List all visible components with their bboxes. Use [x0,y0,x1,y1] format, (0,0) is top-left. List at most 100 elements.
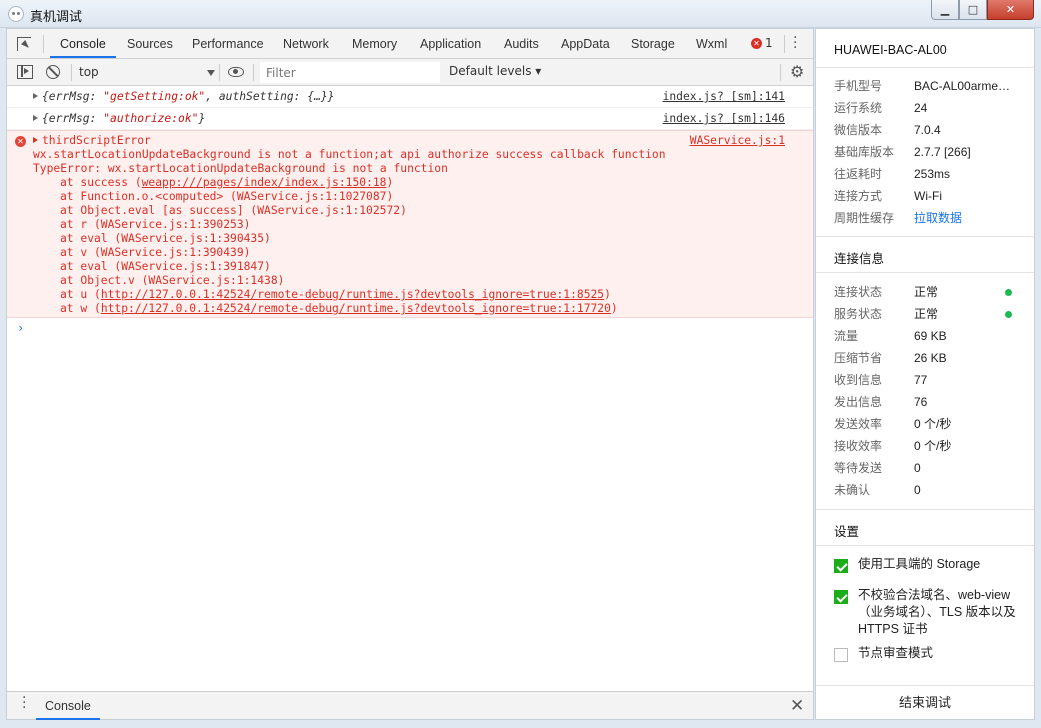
tab-wxml[interactable]: Wxml [696,29,727,58]
stack-frame-link[interactable]: http://127.0.0.1:42524/remote-debug/runt… [101,288,604,301]
info-key: 服务状态 [834,307,883,321]
info-row: 等待发送 0 [834,457,1024,479]
wechat-devtools-icon [8,6,24,22]
device-info-panel: HUAWEI-BAC-AL00 手机型号 BAC-AL00armeabi-v7a 运… [815,28,1035,720]
object-key: {errMsg: [42,112,104,125]
info-row: 未确认 0 [834,479,1024,501]
tab-storage[interactable]: Storage [631,29,675,58]
tab-performance[interactable]: Performance [192,29,264,58]
context-select[interactable]: top [79,63,215,82]
stack-frame[interactable]: at r (WAService.js:1:390253) [33,218,813,232]
tab-memory[interactable]: Memory [352,29,397,58]
stack-frame[interactable]: at Function.o.<computed> (WAService.js:1… [33,190,813,204]
error-icon: ✕ [15,136,26,147]
console-prompt[interactable]: › [7,318,813,338]
close-drawer-icon[interactable]: ✕ [790,696,804,716]
stack-frame-link[interactable]: weapp:///pages/index/index.js:150:18 [142,176,387,189]
object-string: "authorize:ok" [103,112,199,125]
stack-frame[interactable]: at eval (WAService.js:1:390435) [33,232,813,246]
setting-use-tool-storage[interactable]: 使用工具端的 Storage [834,556,1024,576]
stack-frame[interactable]: at w (http://127.0.0.1:42524/remote-debu… [33,302,813,316]
source-link[interactable]: index.js? [sm]:146 [663,108,785,130]
info-row: 往返耗时 253ms [834,163,1024,185]
info-key: 接收效率 [834,439,883,453]
filter-input[interactable] [260,62,440,83]
info-key: 往返耗时 [834,167,883,181]
tab-application[interactable]: Application [420,29,481,58]
info-key: 手机型号 [834,79,883,93]
expand-triangle-icon[interactable] [33,137,38,143]
info-row: 流量 69 KB [834,325,1024,347]
setting-node-inspect-mode[interactable]: 节点审查模式 [834,645,1024,665]
live-expression-eye-icon[interactable] [228,67,244,77]
error-title: thirdScriptError [42,134,151,147]
info-value: Wi-Fi [914,189,942,203]
stack-frame-text: at success ( [60,176,142,189]
setting-label: 使用工具端的 Storage [858,557,981,571]
end-debug-button[interactable]: 结束调试 [816,685,1034,719]
drawer-menu-icon[interactable]: · · · [22,691,26,715]
console-output[interactable]: {errMsg: "getSetting:ok", authSetting: {… [7,86,813,691]
info-value: 253ms [914,167,951,181]
error-count[interactable]: 1 [765,36,773,50]
setting-label: 不校验合法域名、web-view（业务域名）、TLS 版本以及 HTTPS 证书 [858,588,1016,636]
expand-triangle-icon[interactable] [33,115,38,121]
info-value: 正常 [914,285,939,299]
source-link[interactable]: index.js? [sm]:141 [663,86,785,108]
maximize-button[interactable]: □ [959,0,987,20]
info-row: 周期性缓存 拉取数据 [834,207,1024,229]
show-sidebar-icon[interactable] [17,65,33,79]
expand-triangle-icon[interactable] [33,93,38,99]
console-error-message[interactable]: ✕ thirdScriptError WAService.js:1 wx.sta… [7,130,813,318]
divider [780,64,781,81]
tab-appdata[interactable]: AppData [561,29,610,58]
stack-frame[interactable]: at Object.v (WAService.js:1:1438) [33,274,813,288]
info-value: 0 个/秒 [914,439,952,453]
checkbox-unchecked[interactable] [834,648,848,662]
info-value: 76 [914,395,928,409]
divider [43,35,44,53]
checkbox-checked[interactable] [834,559,848,573]
object-rest: } [198,112,206,125]
info-key: 压缩节省 [834,351,883,365]
console-message[interactable]: {errMsg: "getSetting:ok", authSetting: {… [7,86,813,108]
console-message[interactable]: {errMsg: "authorize:ok"} index.js? [sm]:… [7,108,813,130]
info-key: 未确认 [834,483,871,497]
clear-console-icon[interactable] [46,65,60,79]
info-value: BAC-AL00armeabi-v7a [914,79,1014,93]
stack-frame[interactable]: at Object.eval [as success] (WAService.j… [33,204,813,218]
tab-console[interactable]: Console [50,29,116,58]
device-name: HUAWEI-BAC-AL00 [834,43,947,57]
stack-frame[interactable]: at success (weapp:///pages/index/index.j… [33,176,813,190]
connection-info-title: 连接信息 [834,252,885,266]
console-toolbar: top Default levels ▾ ⚙ [7,59,813,86]
fetch-data-link[interactable]: 拉取数据 [914,207,1014,229]
minimize-button[interactable]: ▁ [931,0,959,20]
log-levels-select[interactable]: Default levels ▾ [449,64,541,78]
checkbox-checked[interactable] [834,590,848,604]
tab-audits[interactable]: Audits [504,29,539,58]
info-value: 2.7.7 [266] [914,145,971,159]
setting-skip-domain-check[interactable]: 不校验合法域名、web-view（业务域名）、TLS 版本以及 HTTPS 证书 [834,587,1024,641]
info-row: 发送效率 0 个/秒 [834,413,1024,435]
divider [71,64,72,81]
info-value: 24 [914,101,928,115]
error-type: TypeError: wx.startLocationUpdateBackgro… [33,162,448,175]
close-window-button[interactable]: ✕ [987,0,1034,20]
more-options-icon[interactable]: · · · [793,31,797,55]
stack-frame[interactable]: at eval (WAService.js:1:391847) [33,260,813,274]
setting-label: 节点审查模式 [858,646,934,660]
devtools-tabbar: Console Sources Performance Network Memo… [7,29,813,59]
stack-frame-link[interactable]: http://127.0.0.1:42524/remote-debug/runt… [101,302,611,315]
console-settings-gear-icon[interactable]: ⚙ [790,64,806,80]
stack-frame[interactable]: at u (http://127.0.0.1:42524/remote-debu… [33,288,813,302]
info-row: 连接状态 正常 [834,281,1024,303]
stack-frame[interactable]: at v (WAService.js:1:390439) [33,246,813,260]
error-count-icon[interactable]: ✕ [751,38,762,49]
inspect-element-icon[interactable] [17,37,31,51]
tab-network[interactable]: Network [283,29,329,58]
drawer-tab-console[interactable]: Console [36,692,100,720]
error-source-link[interactable]: WAService.js:1 [690,134,785,147]
divider [784,35,785,53]
tab-sources[interactable]: Sources [127,29,173,58]
